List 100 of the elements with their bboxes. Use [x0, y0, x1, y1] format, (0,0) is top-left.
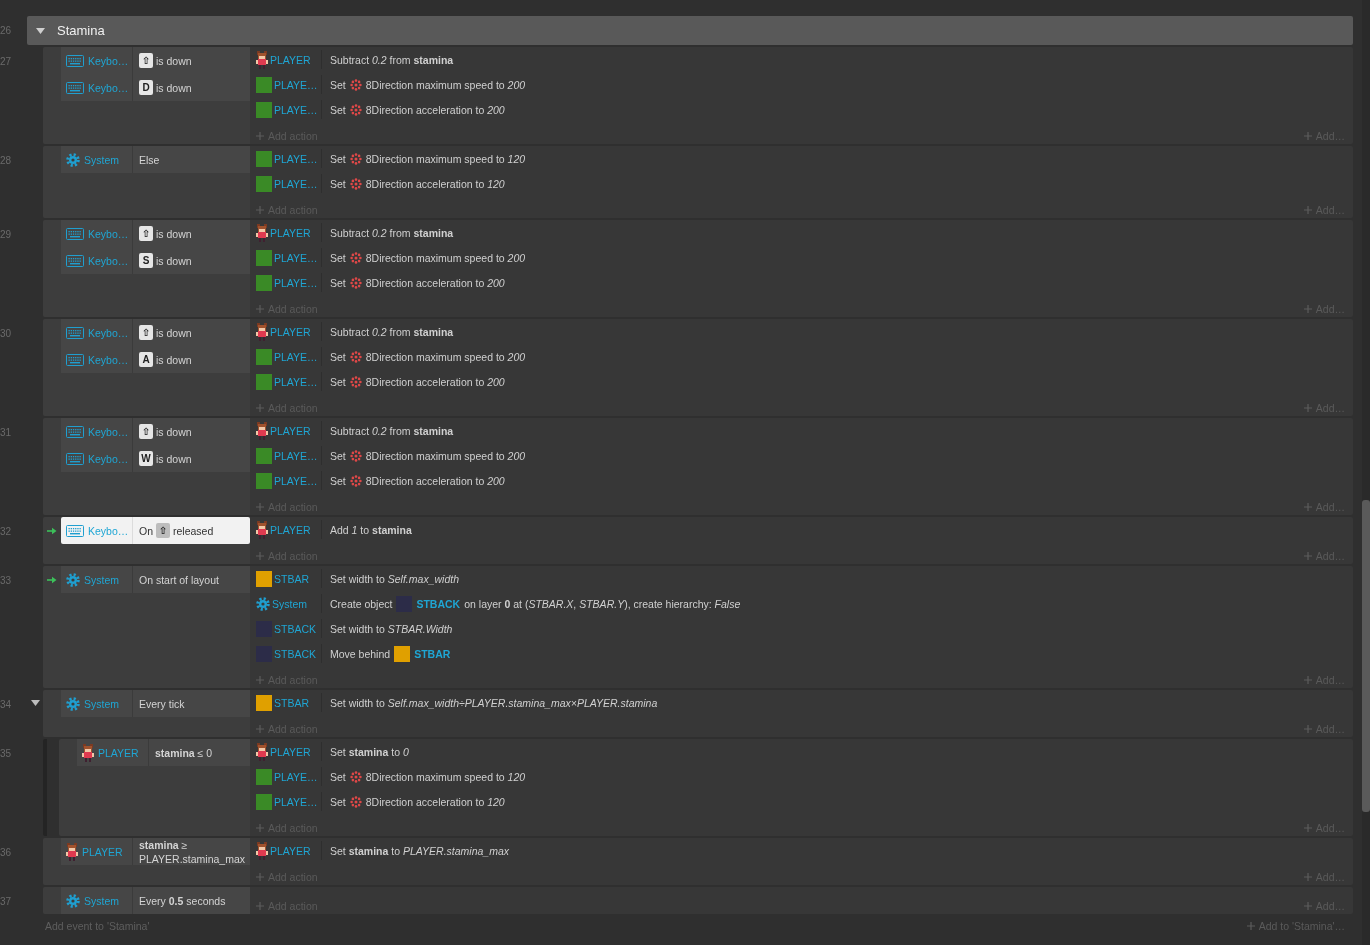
key-cap: A — [139, 352, 153, 367]
plus-icon — [256, 725, 264, 733]
condition-text: is down — [156, 253, 192, 268]
action-text: Set — [330, 474, 346, 487]
object-name: Keybo… — [88, 425, 129, 438]
key-cap: ⇧ — [139, 424, 153, 439]
action-text: 8Direction acceleration to 200 — [365, 474, 505, 487]
plus-icon — [1303, 132, 1312, 140]
condition-row[interactable]: Keybo… ⇧ is down — [61, 220, 250, 247]
key-cap: ⇧ — [156, 523, 170, 538]
condition-row[interactable]: System Every tick — [61, 690, 250, 717]
action-text: Subtract 0.2 from stamina — [330, 53, 454, 66]
action-text: Set width to Self.max_width÷PLAYER.stamina_max×PLAYER.stamina — [330, 696, 658, 709]
action-text: Set width to Self.max_width — [330, 572, 459, 585]
condition-text: Every tick — [139, 696, 185, 711]
object-name: Keybo… — [88, 524, 129, 537]
action-text: Subtract 0.2 from stamina — [330, 424, 454, 437]
condition-row[interactable]: PLAYER stamina ≥ PLAYER.stamina_max — [61, 838, 250, 865]
keyboard-icon — [66, 254, 84, 267]
plus-icon — [256, 552, 264, 560]
plus-icon — [256, 676, 264, 684]
group-header[interactable]: Stamina — [27, 16, 1353, 45]
dotted-ring-icon — [349, 474, 362, 487]
keyboard-icon — [66, 425, 84, 438]
condition-text: stamina ≤ 0 — [155, 745, 213, 760]
condition-text: is down — [156, 451, 192, 466]
condition-text: On — [139, 523, 153, 538]
action-text: Set — [330, 770, 346, 783]
action-text: Set — [330, 350, 346, 363]
object-name: PLAYE… — [274, 350, 318, 363]
line-number: 31 — [0, 426, 13, 440]
object-name: STBAR — [274, 696, 309, 709]
condition-block[interactable]: System Else — [43, 146, 250, 218]
condition-row[interactable]: PLAYER stamina ≤ 0 — [77, 739, 250, 766]
action-text: 8Direction maximum speed to 200 — [365, 251, 526, 264]
condition-row[interactable]: Keybo… S is down — [61, 247, 250, 274]
object-name: PLAYE… — [274, 449, 318, 462]
action-text: Set — [330, 276, 346, 289]
condition-text: is down — [156, 80, 192, 95]
action-text: Set — [330, 103, 346, 116]
condition-row[interactable]: Keybo… On ⇧ released — [61, 517, 250, 544]
action-text: Set stamina to 0 — [330, 745, 409, 758]
plus-icon — [256, 305, 264, 313]
condition-block[interactable]: Keybo… ⇧ is down Keybo… A is down — [43, 319, 250, 416]
condition-row[interactable]: Keybo… W is down — [61, 445, 250, 472]
plus-icon — [1246, 922, 1255, 930]
condition-row[interactable]: System On start of layout — [61, 566, 250, 593]
keyboard-icon — [66, 326, 84, 339]
condition-block[interactable]: Keybo… ⇧ is down Keybo… S is down — [43, 220, 250, 317]
object-name: PLAYE… — [274, 375, 318, 388]
condition-row[interactable]: Keybo… D is down — [61, 74, 250, 101]
plus-icon — [1303, 676, 1312, 684]
line-number: 30 — [0, 327, 13, 341]
condition-text: is down — [156, 226, 192, 241]
plus-icon — [256, 404, 264, 412]
action-text: Set — [330, 449, 346, 462]
action-text: 8Direction acceleration to 120 — [365, 795, 505, 808]
keyboard-icon — [66, 353, 84, 366]
condition-row[interactable]: Keybo… ⇧ is down — [61, 47, 250, 74]
action-text: Move behind — [330, 647, 391, 660]
condition-block[interactable]: System Every tick — [43, 690, 250, 737]
dotted-ring-icon — [349, 375, 362, 388]
dotted-ring-icon — [349, 177, 362, 190]
condition-row[interactable]: System Else — [61, 146, 250, 173]
dotted-ring-icon — [349, 770, 362, 783]
condition-text: released — [173, 523, 214, 538]
line-number: 33 — [0, 574, 13, 588]
object-name: PLAYER — [270, 53, 311, 66]
object-name: Keybo… — [88, 353, 129, 366]
object-name: PLAYER — [270, 745, 311, 758]
condition-block[interactable]: PLAYER stamina ≥ PLAYER.stamina_max — [43, 838, 250, 885]
object-name: STBACK — [274, 647, 316, 660]
plus-icon — [1303, 873, 1312, 881]
object-name: PLAYER — [270, 424, 311, 437]
dotted-ring-icon — [349, 795, 362, 808]
scrollbar-thumb[interactable] — [1362, 500, 1370, 812]
action-text: 8Direction maximum speed to 200 — [365, 449, 526, 462]
condition-block[interactable]: Keybo… ⇧ is down Keybo… D is down — [43, 47, 250, 144]
object-name: System — [84, 153, 119, 166]
condition-block[interactable]: System On start of layout — [43, 566, 250, 688]
keyboard-icon — [66, 524, 84, 537]
plus-icon — [1303, 824, 1312, 832]
condition-block[interactable]: Keybo… On ⇧ released — [43, 517, 250, 564]
line-number: 36 — [0, 846, 13, 860]
scrollbar[interactable] — [1362, 0, 1370, 945]
condition-block[interactable]: Keybo… ⇧ is down Keybo… W is down — [43, 418, 250, 515]
plus-icon — [256, 824, 264, 832]
plus-icon — [1303, 552, 1312, 560]
plus-icon — [256, 873, 264, 881]
group-title: Stamina — [57, 23, 105, 38]
key-cap: ⇧ — [139, 325, 153, 340]
condition-row[interactable]: Keybo… A is down — [61, 346, 250, 373]
condition-row[interactable]: Keybo… ⇧ is down — [61, 319, 250, 346]
condition-row[interactable]: Keybo… ⇧ is down — [61, 418, 250, 445]
condition-block[interactable]: PLAYER stamina ≤ 0 — [59, 739, 250, 836]
character-sprite-icon — [256, 520, 268, 539]
action-text: Set — [330, 78, 346, 91]
gear-icon — [256, 596, 270, 611]
action-text: Create object — [330, 597, 393, 610]
object-name: PLAYE… — [274, 474, 318, 487]
